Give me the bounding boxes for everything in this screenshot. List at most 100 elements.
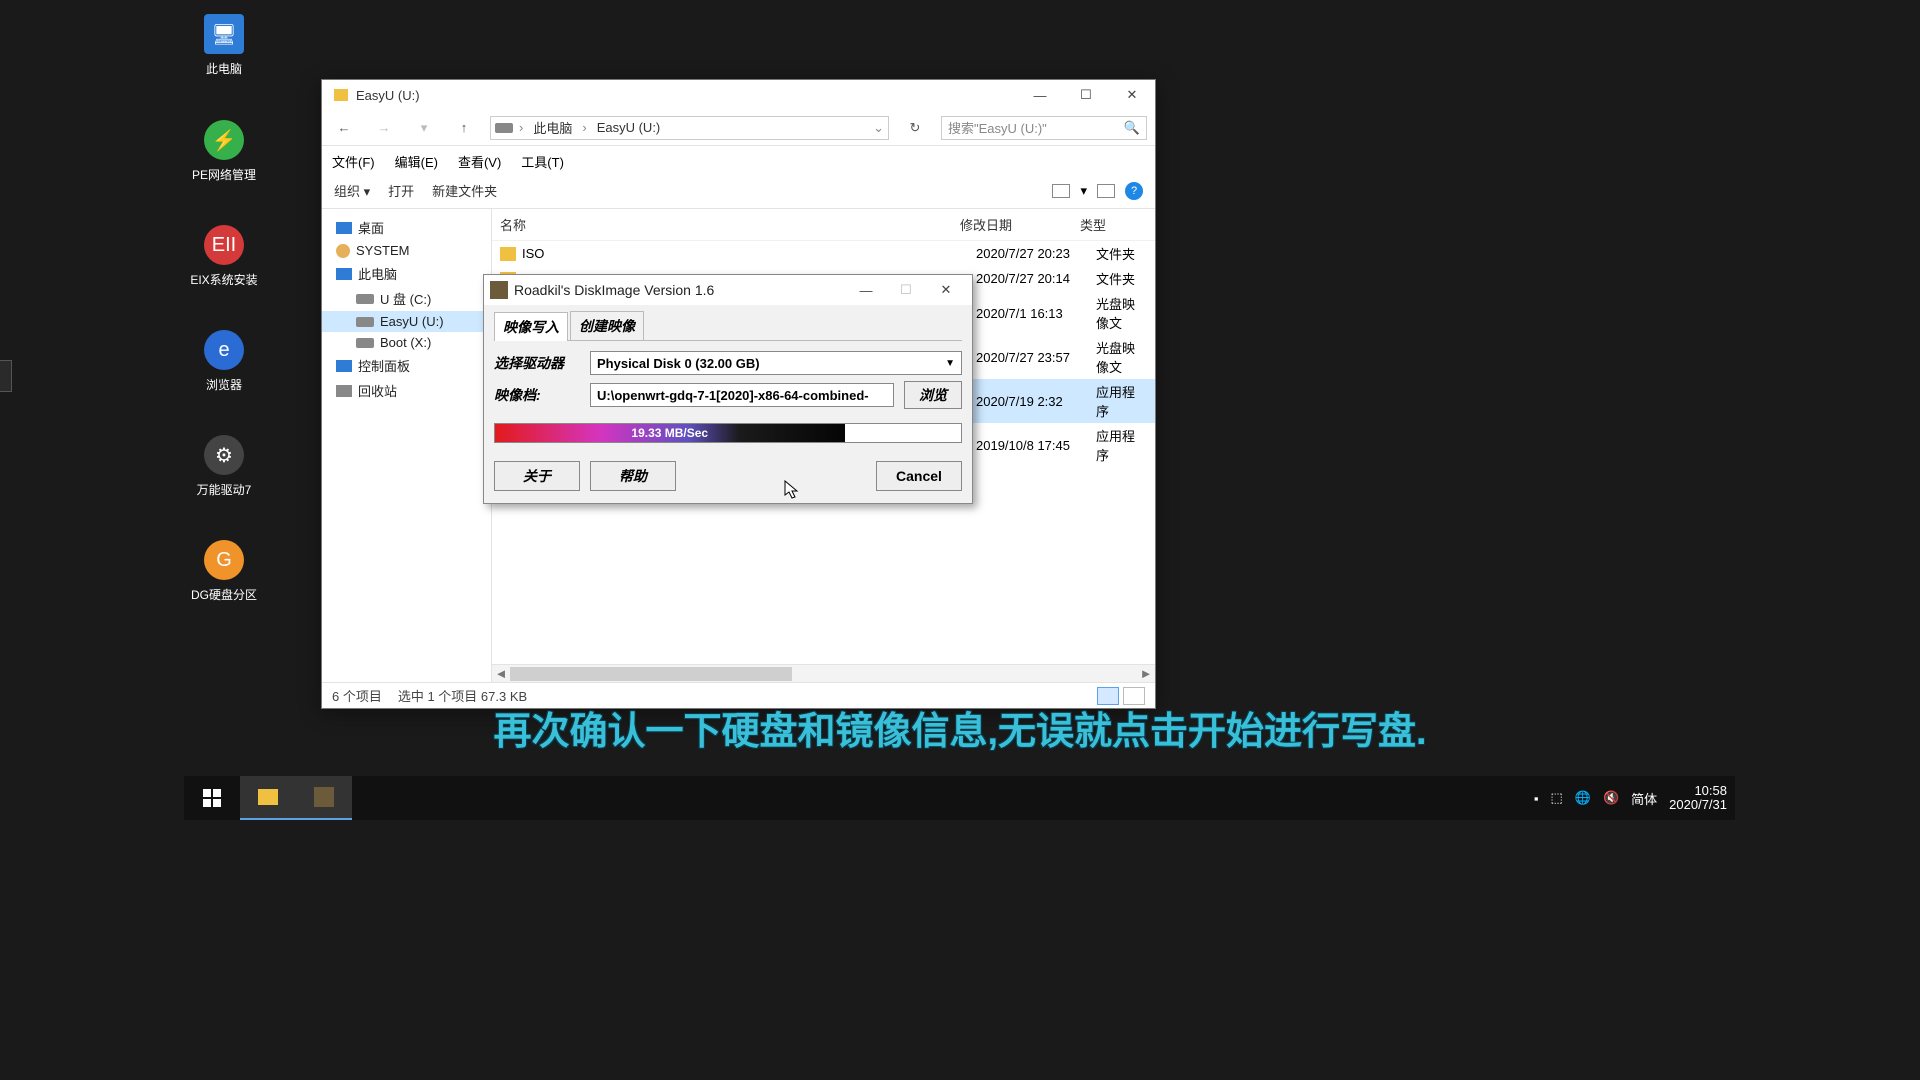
browse-button[interactable]: 浏览 — [904, 381, 962, 409]
file-date: 2020/7/1 16:13 — [976, 306, 1096, 321]
recent-dropdown[interactable]: ▾ — [410, 114, 438, 142]
nav-tree: 桌面 SYSTEM 此电脑 U 盘 (C:) EasyU (U:) Boot (… — [322, 209, 492, 682]
dialog-titlebar[interactable]: Roadkil's DiskImage Version 1.6 — ☐ ✕ — [484, 275, 972, 305]
dialog-title: Roadkil's DiskImage Version 1.6 — [514, 282, 846, 298]
gear-icon: ⚙ — [204, 435, 244, 475]
breadcrumb-drive[interactable]: EasyU (U:) — [593, 120, 665, 135]
image-file-label: 映像档: — [494, 385, 580, 405]
organize-button[interactable]: 组织 ▾ — [334, 181, 370, 200]
drive-label: 选择驱动器 — [494, 353, 580, 373]
dialog-maximize-button: ☐ — [886, 276, 926, 304]
tree-recycle[interactable]: 回收站 — [322, 378, 491, 403]
newfolder-button[interactable]: 新建文件夹 — [432, 181, 497, 200]
dialog-tabs: 映像写入 创建映像 — [494, 311, 962, 341]
folder-icon — [500, 247, 516, 261]
search-placeholder: 搜索"EasyU (U:)" — [948, 118, 1047, 137]
tray-icon[interactable]: ▪ — [1534, 791, 1539, 806]
cancel-button[interactable]: Cancel — [876, 461, 962, 491]
disk-icon: G — [204, 540, 244, 580]
file-date: 2020/7/27 23:57 — [976, 350, 1096, 365]
start-button[interactable] — [184, 776, 240, 820]
chevron-down-icon[interactable]: ▾ — [1080, 183, 1087, 199]
volume-icon[interactable]: 🔇 — [1603, 790, 1619, 806]
tree-system[interactable]: SYSTEM — [322, 240, 491, 261]
subtitle-caption: 再次确认一下硬盘和镜像信息,无误就点击开始进行写盘. — [0, 700, 1920, 755]
edge-flyout-tab[interactable] — [0, 360, 12, 392]
menu-tools[interactable]: 工具(T) — [521, 152, 564, 171]
ime-indicator[interactable]: 简体 — [1631, 789, 1657, 808]
system-tray: ▪ ⬚ 🌐 🔇 简体 10:58 2020/7/31 — [1534, 784, 1735, 812]
file-type: 应用程序 — [1096, 426, 1147, 464]
menu-edit[interactable]: 编辑(E) — [395, 152, 438, 171]
file-date: 2020/7/27 20:14 — [976, 271, 1096, 286]
help-button[interactable]: 帮助 — [590, 461, 676, 491]
help-icon[interactable]: ? — [1125, 182, 1143, 200]
titlebar[interactable]: EasyU (U:) — ☐ ✕ — [322, 80, 1155, 110]
tree-drive-u[interactable]: EasyU (U:) — [322, 311, 491, 332]
col-type[interactable]: 类型 — [1080, 215, 1147, 234]
close-button[interactable]: ✕ — [1109, 80, 1155, 110]
desktop-icon-driver[interactable]: ⚙ 万能驱动7 — [179, 435, 269, 498]
open-button[interactable]: 打开 — [388, 181, 414, 200]
layout-options-icon[interactable] — [1052, 184, 1070, 198]
preview-pane-icon[interactable] — [1097, 184, 1115, 198]
usb-icon[interactable]: ⬚ — [1550, 790, 1562, 806]
dialog-close-button[interactable]: ✕ — [926, 276, 966, 304]
table-row[interactable]: ISO2020/7/27 20:23文件夹 — [492, 241, 1155, 266]
progress-bar: 19.33 MB/Sec — [494, 423, 962, 443]
drive-combobox[interactable]: Physical Disk 0 (32.00 GB) ▼ — [590, 351, 962, 375]
chevron-down-icon[interactable]: ⌄ — [873, 120, 884, 136]
menu-view[interactable]: 查看(V) — [458, 152, 501, 171]
toolbar: 组织 ▾ 打开 新建文件夹 ▾ ? — [322, 177, 1155, 209]
maximize-button[interactable]: ☐ — [1063, 80, 1109, 110]
taskbar: ▪ ⬚ 🌐 🔇 简体 10:58 2020/7/31 — [184, 776, 1735, 820]
menubar: 文件(F) 编辑(E) 查看(V) 工具(T) — [322, 146, 1155, 177]
desktop-icon-browser[interactable]: e 浏览器 — [179, 330, 269, 393]
tree-pc[interactable]: 此电脑 — [322, 261, 491, 286]
network-icon: ⚡ — [204, 120, 244, 160]
file-date: 2020/7/27 20:23 — [976, 246, 1096, 261]
file-type: 光盘映像文 — [1096, 338, 1147, 376]
list-header[interactable]: 名称 修改日期 类型 — [492, 209, 1155, 241]
desktop-icon-dg[interactable]: G DG硬盘分区 — [179, 540, 269, 603]
col-name[interactable]: 名称 — [500, 215, 960, 234]
drive-icon — [495, 123, 513, 133]
diskimage-dialog: Roadkil's DiskImage Version 1.6 — ☐ ✕ 映像… — [483, 274, 973, 504]
tab-write-image[interactable]: 映像写入 — [494, 312, 568, 341]
tree-desktop[interactable]: 桌面 — [322, 215, 491, 240]
about-button[interactable]: 关于 — [494, 461, 580, 491]
file-type: 文件夹 — [1096, 269, 1147, 288]
drive-icon — [334, 89, 348, 101]
desktop-icon-pe-net[interactable]: ⚡ PE网络管理 — [179, 120, 269, 183]
menu-file[interactable]: 文件(F) — [332, 152, 375, 171]
taskbar-diskimage[interactable] — [296, 776, 352, 820]
file-type: 应用程序 — [1096, 382, 1147, 420]
network-icon[interactable]: 🌐 — [1575, 790, 1591, 806]
desktop-icon-this-pc[interactable]: 🖥 此电脑 — [179, 14, 269, 77]
tree-control-panel[interactable]: 控制面板 — [322, 353, 491, 378]
tree-drive-x[interactable]: Boot (X:) — [322, 332, 491, 353]
back-button[interactable]: ← — [330, 114, 358, 142]
progress-text: 19.33 MB/Sec — [495, 424, 845, 442]
minimize-button[interactable]: — — [1017, 80, 1063, 110]
navbar: ← → ▾ ↑ › 此电脑 › EasyU (U:) ⌄ ↻ 搜索"EasyU … — [322, 110, 1155, 146]
tab-create-image[interactable]: 创建映像 — [570, 311, 644, 340]
clock[interactable]: 10:58 2020/7/31 — [1669, 784, 1727, 812]
forward-button[interactable]: → — [370, 114, 398, 142]
refresh-button[interactable]: ↻ — [901, 120, 929, 136]
desktop-icon-eix[interactable]: EII EIX系统安装 — [179, 225, 269, 288]
tree-drive-c[interactable]: U 盘 (C:) — [322, 286, 491, 311]
file-type: 文件夹 — [1096, 244, 1147, 263]
up-button[interactable]: ↑ — [450, 114, 478, 142]
breadcrumb-pc[interactable]: 此电脑 — [529, 118, 576, 137]
address-bar[interactable]: › 此电脑 › EasyU (U:) ⌄ — [490, 116, 889, 140]
search-icon: 🔍 — [1124, 120, 1140, 136]
dialog-minimize-button[interactable]: — — [846, 276, 886, 304]
col-date[interactable]: 修改日期 — [960, 215, 1080, 234]
image-file-input[interactable]: U:\openwrt-gdq-7-1[2020]-x86-64-combined… — [590, 383, 894, 407]
app-icon — [490, 281, 508, 299]
horizontal-scrollbar[interactable]: ◄► — [492, 664, 1155, 682]
taskbar-explorer[interactable] — [240, 776, 296, 820]
search-input[interactable]: 搜索"EasyU (U:)" 🔍 — [941, 116, 1147, 140]
monitor-icon: 🖥 — [204, 14, 244, 54]
